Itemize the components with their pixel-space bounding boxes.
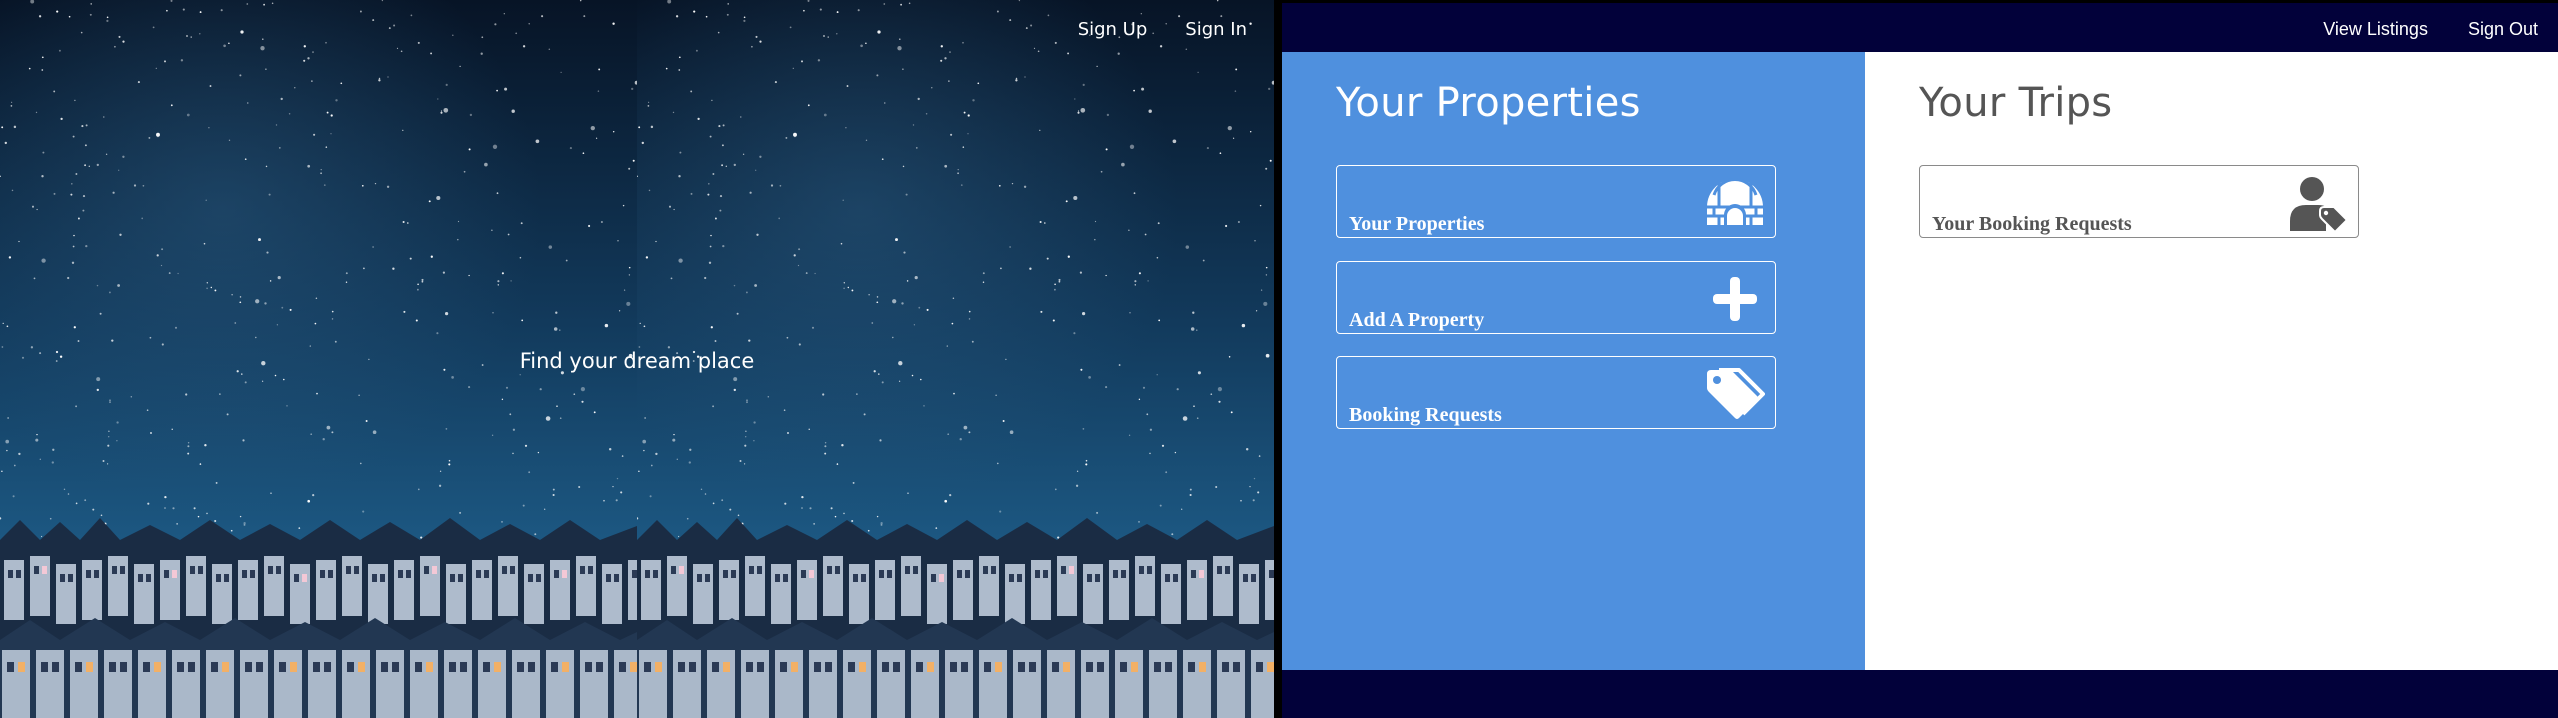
dashboard-nav: View Listings Sign Out — [2323, 19, 2538, 40]
sign-up-link[interactable]: Sign Up — [1078, 19, 1148, 40]
add-property-card-label: Add A Property — [1349, 309, 1485, 331]
landing-page: Sign Up Sign In Find your dream place — [0, 0, 1274, 718]
sign-in-link[interactable]: Sign In — [1185, 19, 1247, 40]
tags-icon — [1705, 364, 1765, 424]
properties-heading: Your Properties — [1336, 80, 1641, 126]
booking-requests-card[interactable]: Booking Requests — [1336, 356, 1776, 429]
your-booking-requests-card[interactable]: Your Booking Requests — [1919, 165, 2359, 238]
your-booking-requests-card-label: Your Booking Requests — [1932, 213, 2132, 235]
your-properties-card-label: Your Properties — [1349, 213, 1485, 235]
properties-panel: Your Properties Your Properties Add A Pr… — [1282, 52, 1865, 670]
igloo-icon — [1705, 173, 1765, 233]
hero-tagline: Find your dream place — [519, 349, 755, 373]
booking-requests-card-label: Booking Requests — [1349, 404, 1502, 426]
user-tag-icon — [2288, 173, 2348, 233]
your-properties-card[interactable]: Your Properties — [1336, 165, 1776, 238]
plus-icon — [1705, 269, 1765, 329]
view-listings-link[interactable]: View Listings — [2323, 19, 2428, 40]
landing-nav: Sign Up Sign In — [1078, 19, 1247, 40]
dashboard-top-navbar: View Listings Sign Out — [1282, 0, 2558, 52]
dashboard-bottom-bar — [1282, 670, 2558, 718]
trips-heading: Your Trips — [1919, 80, 2113, 126]
panel-divider — [1274, 0, 1282, 718]
add-property-card[interactable]: Add A Property — [1336, 261, 1776, 334]
sign-out-link[interactable]: Sign Out — [2468, 19, 2538, 40]
dashboard-page: View Listings Sign Out Your Properties Y… — [1282, 0, 2558, 718]
trips-panel: Your Trips Your Booking Requests — [1865, 52, 2558, 670]
